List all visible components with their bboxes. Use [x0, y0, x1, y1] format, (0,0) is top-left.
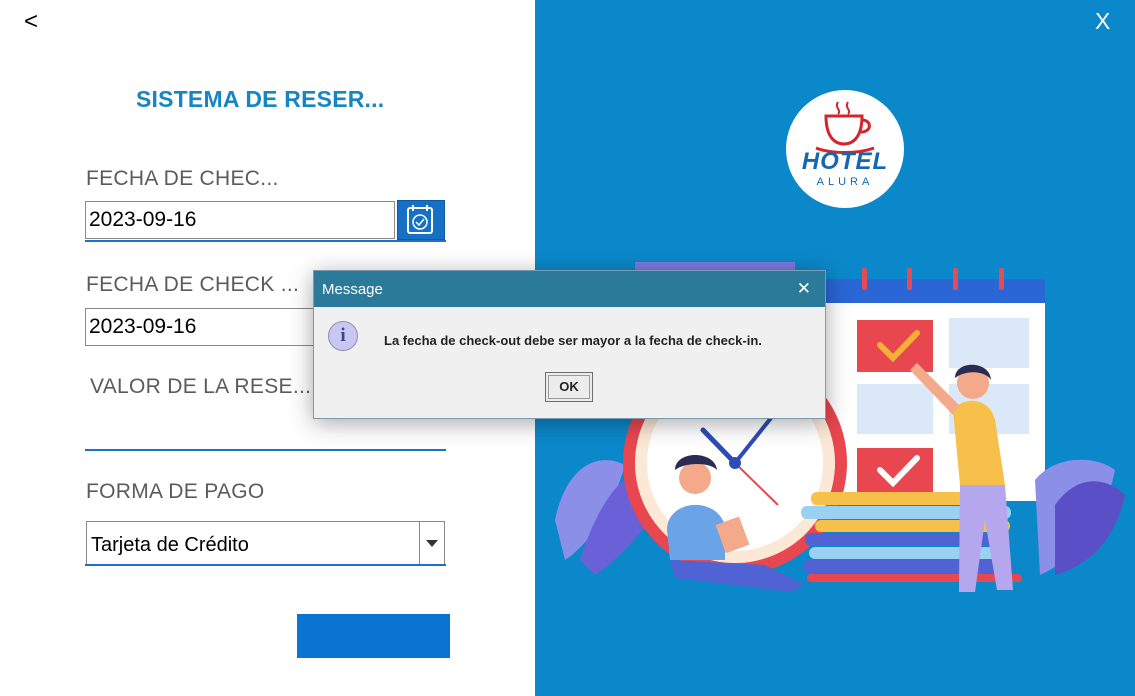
dialog-titlebar[interactable]: Message ✕ [314, 271, 825, 307]
calendar-button[interactable] [397, 200, 445, 240]
logo-title: HOTEL [801, 148, 889, 175]
info-icon: i [328, 321, 358, 351]
checkin-label: FECHA DE CHEC... [86, 167, 279, 190]
payment-method-value: Tarjeta de Crédito [91, 534, 249, 556]
chevron-down-icon[interactable] [419, 522, 444, 564]
checkout-label: FECHA DE CHECK ... [86, 273, 300, 296]
back-button[interactable]: < [24, 8, 38, 36]
logo-subtitle: ALURA [816, 176, 874, 188]
dialog-message: La fecha de check-out debe ser mayor a l… [384, 333, 762, 348]
valor-label: VALOR DE LA RESE... [90, 375, 312, 398]
hotel-alura-logo: HOTEL ALURA [786, 90, 904, 208]
payment-method-select[interactable]: Tarjeta de Crédito [86, 521, 445, 565]
pago-label: FORMA DE PAGO [86, 480, 265, 503]
valor-underline [85, 449, 446, 451]
continue-button[interactable] [297, 614, 450, 658]
dialog-title: Message [322, 281, 383, 298]
ok-button[interactable]: OK [545, 372, 593, 402]
close-window-button[interactable]: X [1095, 8, 1110, 35]
checkin-date-field[interactable]: 2023-09-16 [85, 201, 395, 239]
valor-field[interactable] [85, 415, 446, 449]
calendar-icon [407, 205, 433, 234]
page-title: SISTEMA DE RESER... [136, 86, 385, 112]
pago-underline [85, 564, 446, 566]
checkin-underline [85, 240, 446, 242]
close-icon[interactable]: ✕ [797, 279, 811, 299]
message-dialog: Message ✕ i La fecha de check-out debe s… [313, 270, 826, 419]
